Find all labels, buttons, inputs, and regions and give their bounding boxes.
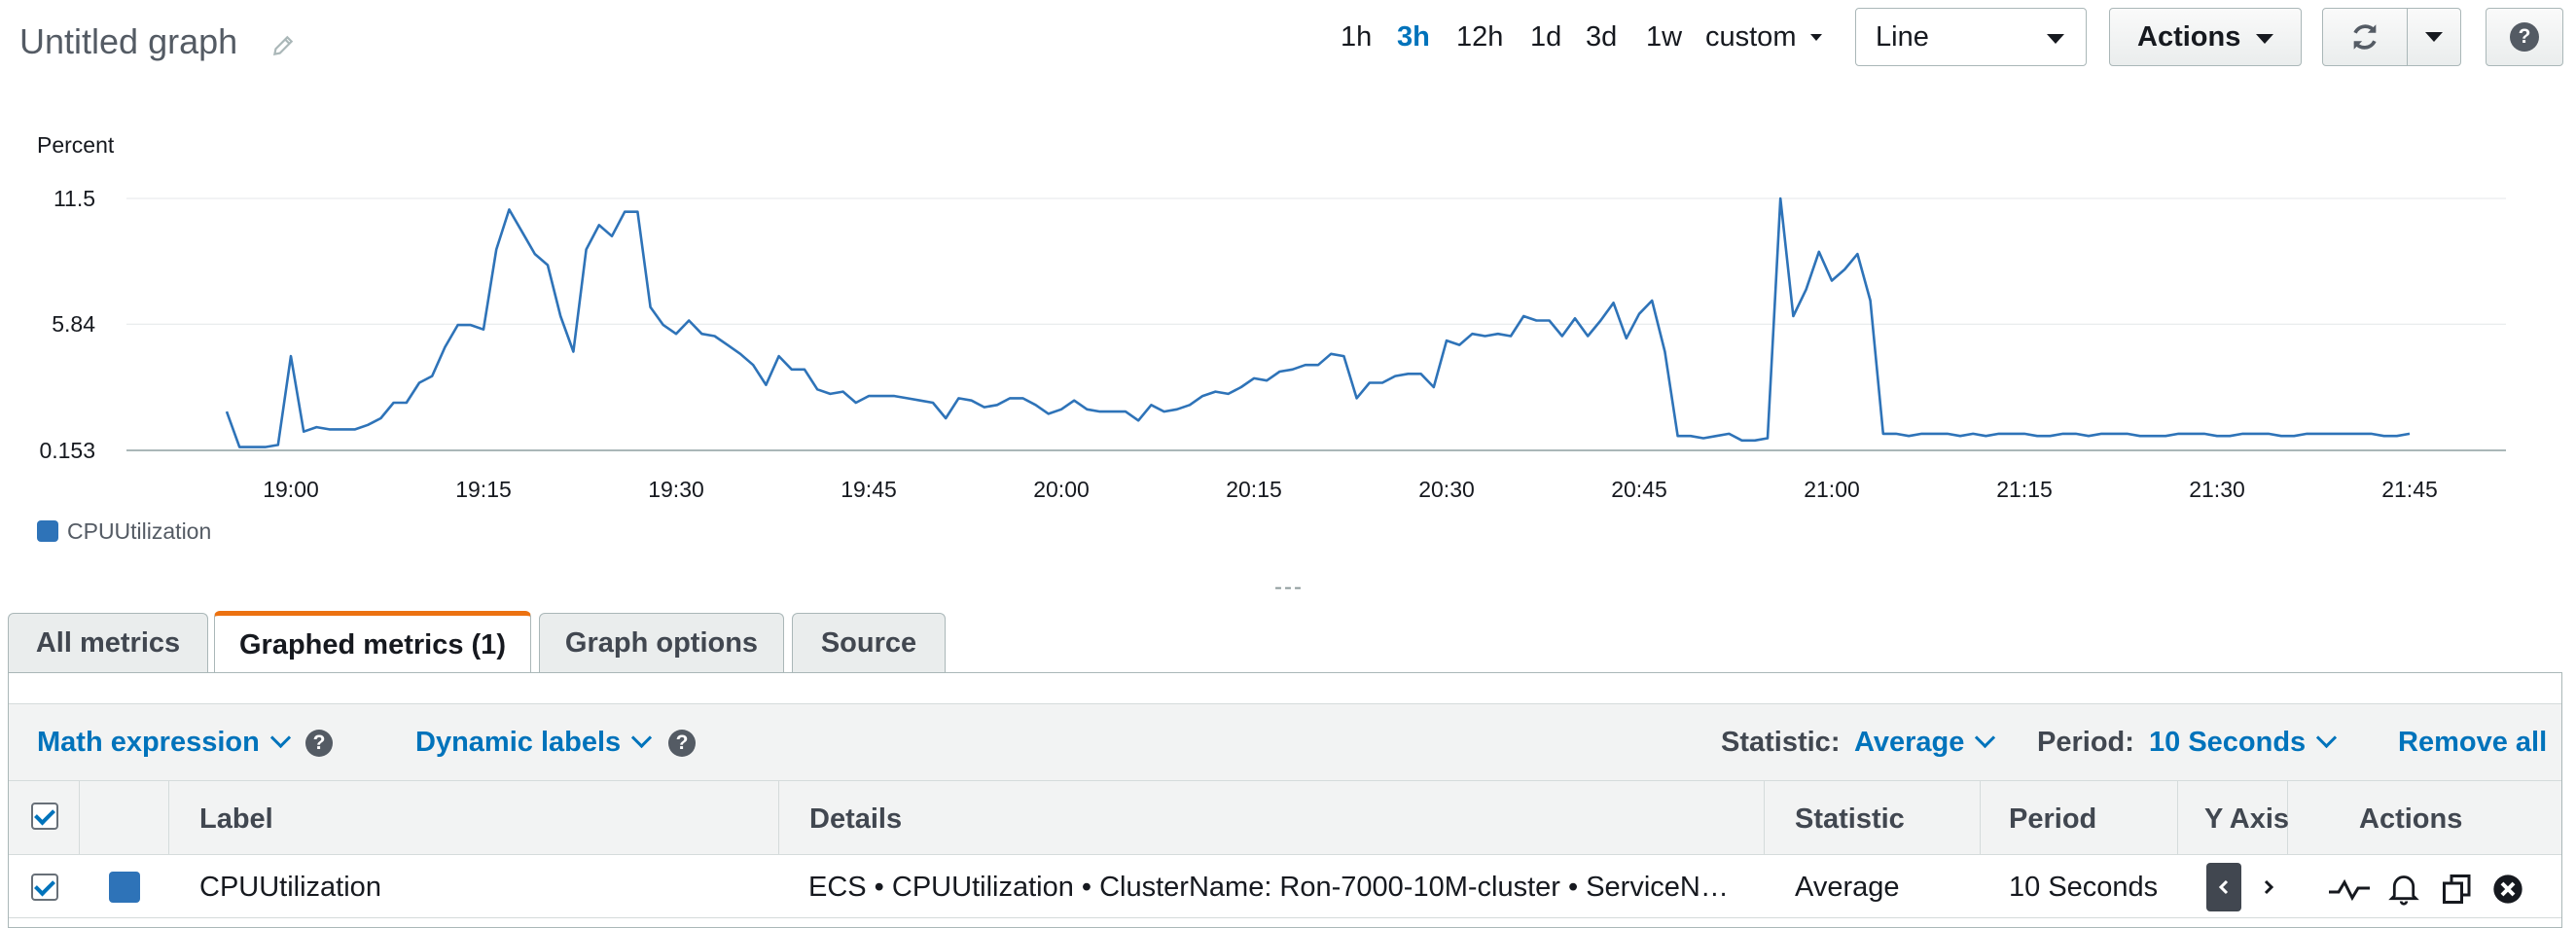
graph-type-select[interactable]: Line (1855, 8, 2087, 66)
x-tick-label: 19:30 (648, 477, 704, 502)
graph-only-this-icon[interactable] (2327, 873, 2372, 906)
column-divider (1980, 781, 1981, 855)
x-tick-label: 21:45 (2381, 477, 2438, 502)
edit-title-icon[interactable] (270, 33, 296, 58)
column-divider (778, 781, 779, 855)
range-1d[interactable]: 1d (1530, 21, 1561, 54)
help-icon[interactable]: ? (305, 730, 333, 757)
dynamic-labels-dropdown[interactable]: Dynamic labels (415, 727, 653, 759)
tab-source[interactable]: Source (792, 613, 946, 673)
x-tick-label: 20:00 (1033, 477, 1090, 502)
actions-label: Actions (2137, 20, 2241, 53)
x-tick-label: 19:00 (263, 477, 319, 502)
period-dropdown[interactable]: 10 Seconds (2149, 727, 2338, 759)
table-header (9, 781, 2561, 855)
remove-all-link[interactable]: Remove all (2398, 727, 2547, 759)
y-axis-left-button[interactable] (2206, 863, 2241, 911)
row-checkbox[interactable] (31, 874, 58, 901)
y-tick-label: 0.153 (39, 438, 95, 463)
column-header-period[interactable]: Period (2009, 803, 2096, 836)
chevron-down-icon (269, 727, 291, 749)
row-label[interactable]: CPUUtilization (199, 872, 381, 904)
bell-icon[interactable] (2387, 872, 2420, 907)
legend-swatch (37, 520, 58, 542)
select-all-checkbox[interactable] (31, 803, 58, 830)
x-tick-label: 21:30 (2189, 477, 2245, 502)
chevron-down-icon (1975, 727, 1996, 749)
range-3h[interactable]: 3h (1397, 21, 1430, 54)
duplicate-icon[interactable] (2440, 872, 2475, 907)
range-custom-label: custom (1705, 21, 1797, 53)
column-header-actions: Actions (2359, 803, 2463, 835)
dynamic-labels-label: Dynamic labels (415, 727, 622, 758)
range-1h[interactable]: 1h (1341, 21, 1372, 54)
statistic-value: Average (1854, 727, 1965, 758)
caret-down-icon (2256, 34, 2273, 44)
y-tick-label: 11.5 (54, 186, 95, 211)
graph-type-value: Line (1876, 20, 1929, 53)
x-tick-label: 20:15 (1226, 477, 1282, 502)
chevron-down-icon (631, 727, 653, 749)
statistic-label: Statistic: (1721, 727, 1841, 758)
row-statistic[interactable]: Average (1795, 872, 1900, 904)
x-tick-label: 19:15 (455, 477, 512, 502)
column-divider (168, 781, 169, 855)
x-tick-label: 19:45 (841, 477, 897, 502)
x-tick-label: 21:00 (1804, 477, 1860, 502)
column-header-statistic[interactable]: Statistic (1795, 803, 1905, 836)
help-icon[interactable]: ? (668, 730, 696, 757)
range-custom[interactable]: custom (1705, 21, 1822, 54)
graph-title: Untitled graph (19, 21, 238, 61)
series-line-cpuutilization (225, 196, 2411, 448)
row-details[interactable]: ECS • CPUUtilization • ClusterName: Ron-… (808, 872, 1733, 904)
line-chart: 11.5 5.84 0.153 19:00 19:15 19:30 19:45 20:00 20… (39, 186, 2506, 502)
range-1w[interactable]: 1w (1646, 21, 1682, 54)
y-axis-right-button[interactable] (2251, 863, 2286, 911)
check-icon (34, 874, 55, 896)
math-expression-dropdown[interactable]: Math expression (37, 727, 291, 759)
y-tick-label: 5.84 (52, 311, 95, 337)
x-tick-label: 20:45 (1611, 477, 1667, 502)
remove-icon[interactable] (2492, 874, 2523, 905)
column-divider (1764, 781, 1765, 855)
help-icon: ? (2510, 22, 2539, 52)
period-label: Period: (2037, 727, 2134, 758)
period-value: 10 Seconds (2149, 727, 2307, 758)
refresh-icon (2353, 24, 2377, 50)
chevron-left-icon (2218, 879, 2229, 895)
series-color-swatch[interactable] (109, 872, 140, 903)
column-header-label[interactable]: Label (199, 803, 273, 836)
tab-graph-options[interactable]: Graph options (539, 613, 784, 673)
caret-down-icon (2047, 34, 2064, 44)
column-divider (79, 781, 80, 855)
caret-down-icon (1809, 34, 1822, 41)
chevron-right-icon (2264, 879, 2274, 895)
tab-all-metrics[interactable]: All metrics (8, 613, 208, 673)
caret-down-icon (2425, 32, 2443, 42)
row-period[interactable]: 10 Seconds (2009, 872, 2158, 904)
column-header-details[interactable]: Details (809, 803, 902, 836)
legend-label: CPUUtilization (67, 518, 212, 544)
actions-button[interactable]: Actions (2109, 8, 2302, 66)
help-button[interactable]: ? (2486, 8, 2563, 66)
splitter-handle[interactable]: --- (1274, 574, 1304, 601)
x-tick-label: 20:30 (1418, 477, 1475, 502)
column-header-y-axis[interactable]: Y Axis (2204, 803, 2289, 836)
check-icon (34, 803, 55, 825)
statistic-dropdown[interactable]: Average (1854, 727, 1996, 759)
range-12h[interactable]: 12h (1456, 21, 1503, 54)
x-tick-label: 21:15 (1996, 477, 2053, 502)
refresh-button[interactable] (2322, 8, 2408, 66)
column-divider (2177, 781, 2178, 855)
range-3d[interactable]: 3d (1586, 21, 1617, 54)
chevron-down-icon (2316, 727, 2338, 749)
refresh-options-button[interactable] (2407, 8, 2461, 66)
math-expression-label: Math expression (37, 727, 260, 758)
tab-graphed-metrics[interactable]: Graphed metrics (1) (214, 611, 531, 675)
